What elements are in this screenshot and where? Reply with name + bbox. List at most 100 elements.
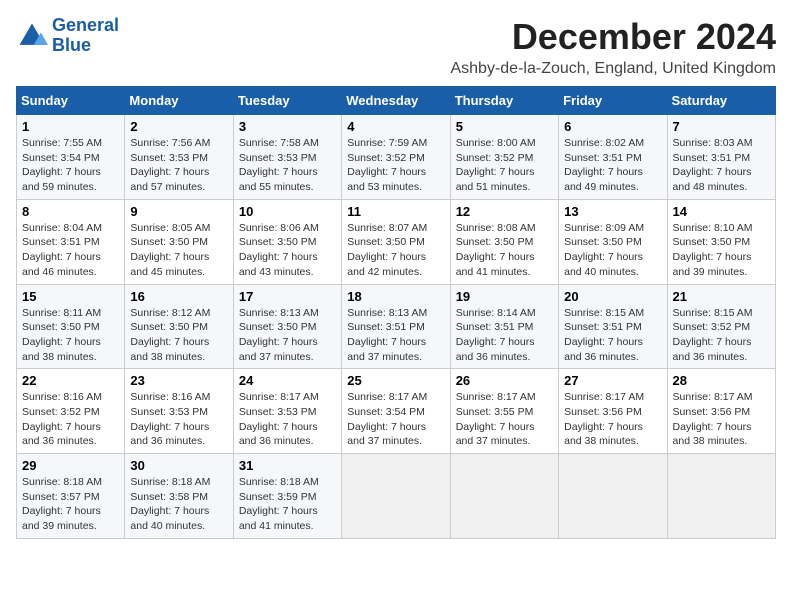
day-number: 16	[130, 289, 227, 304]
logo-icon	[16, 20, 48, 52]
calendar-table: SundayMondayTuesdayWednesdayThursdayFrid…	[16, 86, 776, 539]
day-number: 29	[22, 458, 119, 473]
calendar-cell: 14 Sunrise: 8:10 AMSunset: 3:50 PMDaylig…	[667, 199, 775, 284]
day-info: Sunrise: 8:15 AMSunset: 3:51 PMDaylight:…	[564, 307, 644, 363]
day-number: 15	[22, 289, 119, 304]
calendar-cell	[342, 454, 450, 539]
day-number: 12	[456, 204, 553, 219]
calendar-cell: 2 Sunrise: 7:56 AMSunset: 3:53 PMDayligh…	[125, 115, 233, 200]
day-number: 13	[564, 204, 661, 219]
calendar-title: December 2024	[450, 16, 776, 58]
calendar-cell	[450, 454, 558, 539]
calendar-cell: 23 Sunrise: 8:16 AMSunset: 3:53 PMDaylig…	[125, 369, 233, 454]
day-info: Sunrise: 8:12 AMSunset: 3:50 PMDaylight:…	[130, 307, 210, 363]
calendar-cell: 4 Sunrise: 7:59 AMSunset: 3:52 PMDayligh…	[342, 115, 450, 200]
calendar-cell: 13 Sunrise: 8:09 AMSunset: 3:50 PMDaylig…	[559, 199, 667, 284]
day-info: Sunrise: 8:16 AMSunset: 3:52 PMDaylight:…	[22, 391, 102, 447]
day-number: 19	[456, 289, 553, 304]
weekday-header-monday: Monday	[125, 87, 233, 115]
weekday-header-sunday: Sunday	[17, 87, 125, 115]
day-info: Sunrise: 7:58 AMSunset: 3:53 PMDaylight:…	[239, 137, 319, 193]
calendar-cell: 19 Sunrise: 8:14 AMSunset: 3:51 PMDaylig…	[450, 284, 558, 369]
calendar-week-5: 29 Sunrise: 8:18 AMSunset: 3:57 PMDaylig…	[17, 454, 776, 539]
day-number: 7	[673, 119, 770, 134]
day-info: Sunrise: 8:17 AMSunset: 3:55 PMDaylight:…	[456, 391, 536, 447]
calendar-cell: 5 Sunrise: 8:00 AMSunset: 3:52 PMDayligh…	[450, 115, 558, 200]
day-info: Sunrise: 8:04 AMSunset: 3:51 PMDaylight:…	[22, 222, 102, 278]
day-info: Sunrise: 8:16 AMSunset: 3:53 PMDaylight:…	[130, 391, 210, 447]
calendar-cell	[559, 454, 667, 539]
calendar-cell: 7 Sunrise: 8:03 AMSunset: 3:51 PMDayligh…	[667, 115, 775, 200]
day-info: Sunrise: 8:15 AMSunset: 3:52 PMDaylight:…	[673, 307, 753, 363]
weekday-header-friday: Friday	[559, 87, 667, 115]
calendar-cell: 21 Sunrise: 8:15 AMSunset: 3:52 PMDaylig…	[667, 284, 775, 369]
day-number: 17	[239, 289, 336, 304]
weekday-header-row: SundayMondayTuesdayWednesdayThursdayFrid…	[17, 87, 776, 115]
logo: General Blue	[16, 16, 119, 56]
weekday-header-thursday: Thursday	[450, 87, 558, 115]
calendar-cell	[667, 454, 775, 539]
calendar-body: 1 Sunrise: 7:55 AMSunset: 3:54 PMDayligh…	[17, 115, 776, 539]
day-number: 21	[673, 289, 770, 304]
calendar-cell: 30 Sunrise: 8:18 AMSunset: 3:58 PMDaylig…	[125, 454, 233, 539]
day-number: 18	[347, 289, 444, 304]
day-number: 11	[347, 204, 444, 219]
page-header: General Blue December 2024 Ashby-de-la-Z…	[16, 16, 776, 78]
day-number: 9	[130, 204, 227, 219]
day-info: Sunrise: 8:00 AMSunset: 3:52 PMDaylight:…	[456, 137, 536, 193]
day-number: 28	[673, 373, 770, 388]
day-info: Sunrise: 8:02 AMSunset: 3:51 PMDaylight:…	[564, 137, 644, 193]
calendar-cell: 25 Sunrise: 8:17 AMSunset: 3:54 PMDaylig…	[342, 369, 450, 454]
day-info: Sunrise: 7:56 AMSunset: 3:53 PMDaylight:…	[130, 137, 210, 193]
calendar-cell: 10 Sunrise: 8:06 AMSunset: 3:50 PMDaylig…	[233, 199, 341, 284]
day-info: Sunrise: 8:18 AMSunset: 3:57 PMDaylight:…	[22, 476, 102, 532]
calendar-week-4: 22 Sunrise: 8:16 AMSunset: 3:52 PMDaylig…	[17, 369, 776, 454]
day-info: Sunrise: 8:08 AMSunset: 3:50 PMDaylight:…	[456, 222, 536, 278]
weekday-header-wednesday: Wednesday	[342, 87, 450, 115]
calendar-subtitle: Ashby-de-la-Zouch, England, United Kingd…	[450, 60, 776, 78]
day-number: 6	[564, 119, 661, 134]
day-number: 24	[239, 373, 336, 388]
day-info: Sunrise: 8:17 AMSunset: 3:53 PMDaylight:…	[239, 391, 319, 447]
day-info: Sunrise: 8:07 AMSunset: 3:50 PMDaylight:…	[347, 222, 427, 278]
day-number: 23	[130, 373, 227, 388]
calendar-cell: 24 Sunrise: 8:17 AMSunset: 3:53 PMDaylig…	[233, 369, 341, 454]
day-number: 22	[22, 373, 119, 388]
day-info: Sunrise: 8:05 AMSunset: 3:50 PMDaylight:…	[130, 222, 210, 278]
day-info: Sunrise: 8:09 AMSunset: 3:50 PMDaylight:…	[564, 222, 644, 278]
calendar-cell: 6 Sunrise: 8:02 AMSunset: 3:51 PMDayligh…	[559, 115, 667, 200]
day-info: Sunrise: 8:10 AMSunset: 3:50 PMDaylight:…	[673, 222, 753, 278]
day-number: 3	[239, 119, 336, 134]
day-number: 5	[456, 119, 553, 134]
day-number: 27	[564, 373, 661, 388]
title-block: December 2024 Ashby-de-la-Zouch, England…	[450, 16, 776, 78]
calendar-cell: 31 Sunrise: 8:18 AMSunset: 3:59 PMDaylig…	[233, 454, 341, 539]
day-info: Sunrise: 8:14 AMSunset: 3:51 PMDaylight:…	[456, 307, 536, 363]
calendar-cell: 9 Sunrise: 8:05 AMSunset: 3:50 PMDayligh…	[125, 199, 233, 284]
weekday-header-saturday: Saturday	[667, 87, 775, 115]
day-number: 4	[347, 119, 444, 134]
day-number: 30	[130, 458, 227, 473]
day-number: 31	[239, 458, 336, 473]
day-number: 10	[239, 204, 336, 219]
day-info: Sunrise: 8:06 AMSunset: 3:50 PMDaylight:…	[239, 222, 319, 278]
calendar-week-1: 1 Sunrise: 7:55 AMSunset: 3:54 PMDayligh…	[17, 115, 776, 200]
day-number: 1	[22, 119, 119, 134]
calendar-week-3: 15 Sunrise: 8:11 AMSunset: 3:50 PMDaylig…	[17, 284, 776, 369]
day-number: 26	[456, 373, 553, 388]
day-number: 2	[130, 119, 227, 134]
calendar-header: SundayMondayTuesdayWednesdayThursdayFrid…	[17, 87, 776, 115]
day-info: Sunrise: 8:17 AMSunset: 3:54 PMDaylight:…	[347, 391, 427, 447]
calendar-cell: 15 Sunrise: 8:11 AMSunset: 3:50 PMDaylig…	[17, 284, 125, 369]
calendar-cell: 17 Sunrise: 8:13 AMSunset: 3:50 PMDaylig…	[233, 284, 341, 369]
calendar-cell: 28 Sunrise: 8:17 AMSunset: 3:56 PMDaylig…	[667, 369, 775, 454]
day-info: Sunrise: 8:13 AMSunset: 3:50 PMDaylight:…	[239, 307, 319, 363]
day-number: 25	[347, 373, 444, 388]
day-number: 14	[673, 204, 770, 219]
calendar-cell: 26 Sunrise: 8:17 AMSunset: 3:55 PMDaylig…	[450, 369, 558, 454]
calendar-cell: 16 Sunrise: 8:12 AMSunset: 3:50 PMDaylig…	[125, 284, 233, 369]
calendar-cell: 12 Sunrise: 8:08 AMSunset: 3:50 PMDaylig…	[450, 199, 558, 284]
weekday-header-tuesday: Tuesday	[233, 87, 341, 115]
calendar-cell: 22 Sunrise: 8:16 AMSunset: 3:52 PMDaylig…	[17, 369, 125, 454]
day-number: 8	[22, 204, 119, 219]
